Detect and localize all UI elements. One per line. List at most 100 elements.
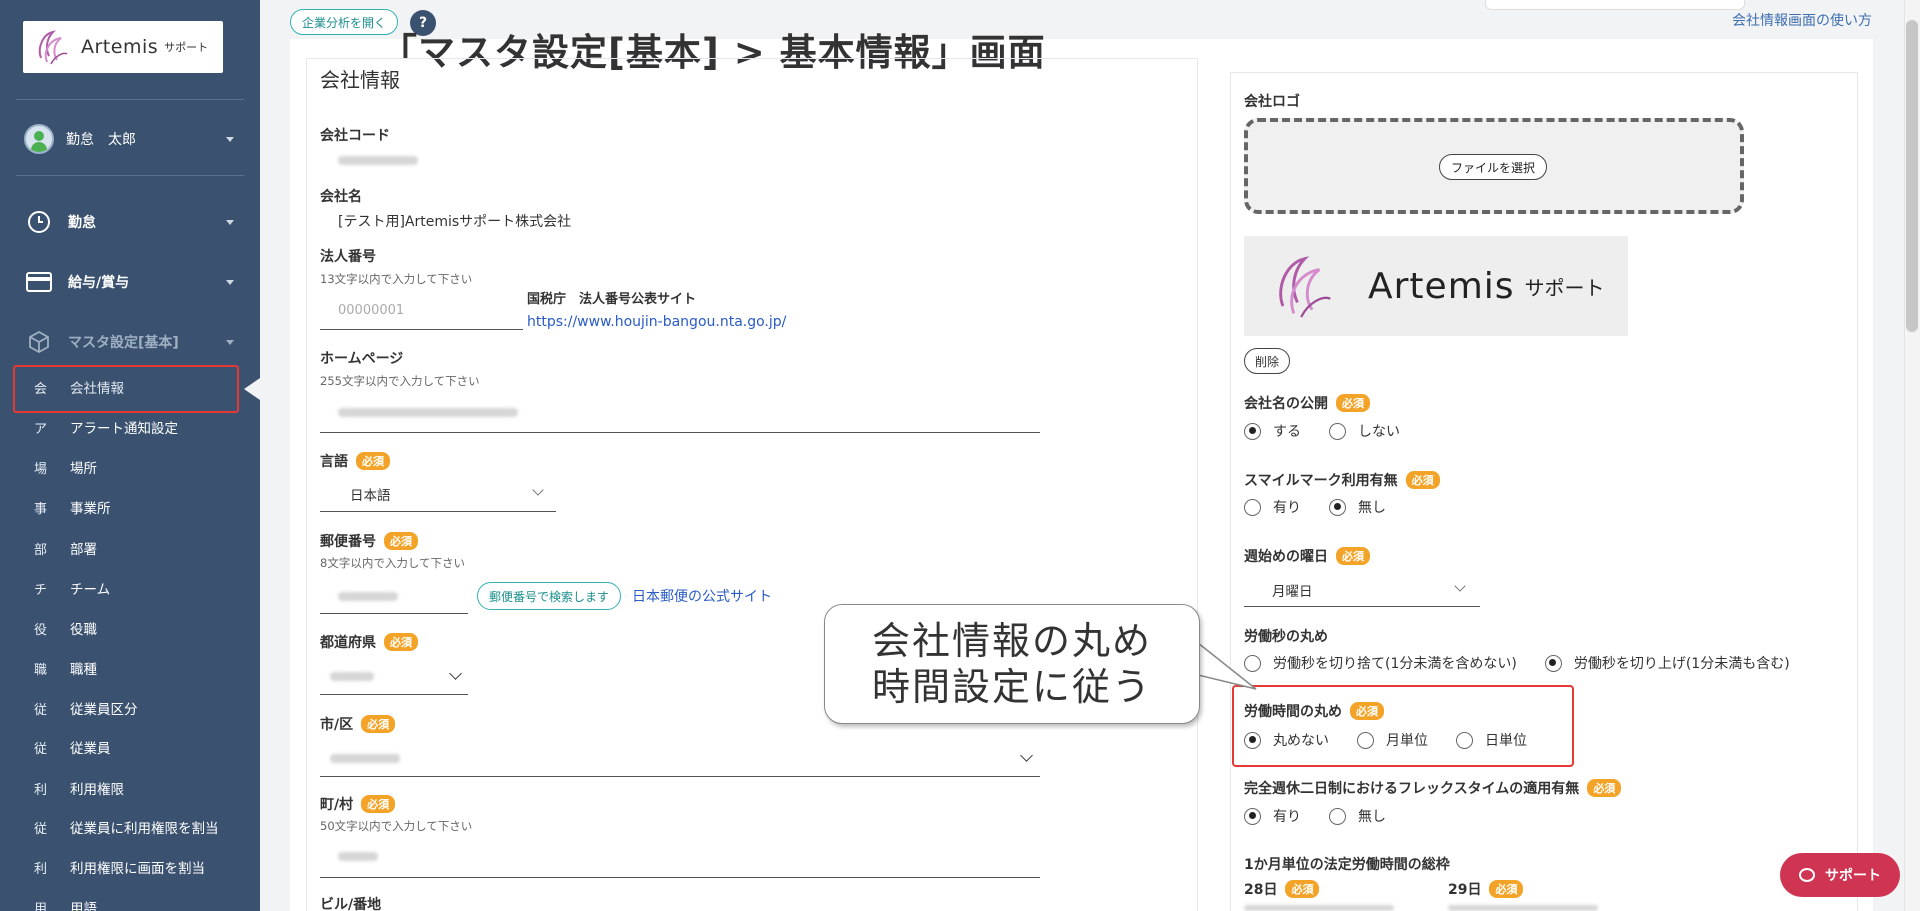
sidebar-item-terms[interactable]: 用 用語: [0, 887, 260, 911]
postal-hint: 8文字以内で入力して下さい: [320, 556, 465, 570]
prefecture-underline: [320, 694, 468, 695]
sidebar-divider: [16, 175, 244, 176]
item-initial: 用: [34, 901, 48, 911]
support-button[interactable]: サポート: [1780, 853, 1900, 897]
nav-attendance[interactable]: 勤怠: [0, 202, 260, 242]
sidebar-item-position[interactable]: 役 役職: [0, 608, 260, 648]
radio-label: 労働秒を切り上げ(1分未満も含む): [1573, 656, 1790, 672]
company-code-label: 会社コード: [320, 128, 390, 144]
sidebar-item-permission[interactable]: 利 利用権限: [0, 768, 260, 808]
choose-file-button[interactable]: ファイルを選択: [1439, 154, 1547, 180]
day-28-text: 28日: [1244, 882, 1278, 898]
legal-hours-28-hint: [1244, 905, 1394, 911]
item-label: 用語: [70, 901, 97, 911]
radio-label: しない: [1358, 424, 1400, 440]
cube-icon: [26, 329, 52, 355]
homepage-input[interactable]: [338, 408, 518, 417]
language-select[interactable]: 日本語: [350, 484, 391, 504]
legal-hours-label: 1か月単位の法定労働時間の総枠: [1244, 857, 1450, 873]
week-start-underline: [1244, 606, 1480, 607]
callout-line-1: 会社情報の丸め: [871, 619, 1152, 663]
item-label: 利用権限に画面を割当: [70, 861, 205, 877]
town-input[interactable]: [338, 852, 378, 861]
callout-tail: [1198, 642, 1257, 690]
sidebar-item-assign-permission[interactable]: 従 従業員に利用権限を割当: [0, 807, 260, 847]
item-initial: 従: [34, 741, 48, 757]
prefecture-label: 都道府県 必須: [320, 632, 418, 652]
town-hint: 50文字以内で入力して下さい: [320, 819, 473, 833]
sidebar-item-employee-class[interactable]: 従 従業員区分: [0, 688, 260, 728]
required-badge: 必須: [384, 532, 418, 550]
item-label: 場所: [70, 461, 97, 477]
company-info-panel: [306, 58, 1198, 911]
sidebar-item-place[interactable]: 場 場所: [0, 447, 260, 487]
japan-post-link[interactable]: 日本郵便の公式サイト: [632, 586, 772, 606]
required-badge: 必須: [1336, 547, 1370, 565]
radio-label: する: [1273, 424, 1301, 440]
postal-underline: [320, 613, 468, 614]
corp-site-link[interactable]: https://www.houjin-bangou.nta.go.jp/: [527, 314, 786, 330]
postal-label: 郵便番号 必須: [320, 531, 418, 551]
postal-input[interactable]: [338, 592, 398, 601]
logo-text: Artemis: [81, 36, 159, 58]
day-29-text: 29日: [1448, 882, 1482, 898]
company-code-value: [338, 156, 418, 165]
preview-logo-text: Artemis: [1368, 265, 1515, 307]
scrollbar-thumb[interactable]: [1906, 20, 1918, 332]
week-start-select[interactable]: 月曜日: [1272, 580, 1313, 600]
corp-site-label: 国税庁 法人番号公表サイト: [527, 292, 697, 307]
homepage-underline: [320, 432, 1040, 433]
language-label: 言語 必須: [320, 451, 390, 471]
prefecture-select[interactable]: [330, 672, 374, 681]
active-item-highlight: [13, 365, 239, 413]
nav-master-basic[interactable]: マスタ設定[基本]: [0, 322, 260, 362]
corp-number-input[interactable]: 00000001: [338, 303, 404, 318]
active-pointer-arrow: [244, 378, 260, 400]
item-initial: 利: [34, 782, 48, 798]
radio-publish-no[interactable]: [1329, 422, 1346, 440]
clock-icon: [26, 209, 52, 235]
radio-smile-yes[interactable]: [1244, 498, 1261, 516]
radio-smile-no[interactable]: [1329, 498, 1346, 516]
postal-search-button[interactable]: 郵便番号で検索します: [477, 582, 621, 610]
city-select[interactable]: [330, 754, 400, 763]
user-menu[interactable]: 勤怠 太郎: [0, 118, 260, 160]
radio-sec-ceil[interactable]: [1544, 654, 1562, 672]
item-label: 事業所: [70, 501, 111, 517]
delete-logo-button[interactable]: 削除: [1244, 348, 1290, 374]
sidebar-item-assign-screen[interactable]: 利 利用権限に画面を割当: [0, 847, 260, 887]
legal-hours-29-label: 29日 必須: [1448, 879, 1524, 899]
sidebar-item-employee[interactable]: 従 従業員: [0, 727, 260, 767]
required-badge: 必須: [1405, 471, 1440, 489]
radio-flex-yes[interactable]: [1244, 807, 1261, 825]
chevron-down-icon: [226, 137, 234, 142]
top-popup-edge: [1485, 0, 1745, 10]
credit-card-icon: [26, 269, 52, 295]
radio-flex-no[interactable]: [1329, 807, 1346, 825]
radio-label: 無し: [1358, 809, 1386, 825]
radio-publish-yes[interactable]: [1244, 422, 1261, 440]
callout-line-2: 時間設定に従う: [871, 665, 1152, 709]
corp-number-underline: [320, 329, 523, 330]
sidebar-item-team[interactable]: チ チーム: [0, 568, 260, 608]
sidebar-item-alert[interactable]: ア アラート通知設定: [0, 407, 260, 447]
sidebar-item-department[interactable]: 部 部署: [0, 528, 260, 568]
language-label-text: 言語: [320, 454, 348, 470]
sidebar-item-job-type[interactable]: 職 職種: [0, 648, 260, 688]
building-label: ビル/番地: [320, 897, 382, 911]
required-badge: 必須: [384, 633, 418, 651]
app-logo[interactable]: Artemis サポート: [23, 21, 223, 73]
town-label-text: 町/村: [320, 797, 354, 813]
town-label: 町/村 必須: [320, 794, 396, 814]
nav-label: マスタ設定[基本]: [68, 335, 179, 351]
legal-hours-28-label: 28日 必須: [1244, 879, 1320, 899]
required-badge: 必須: [1489, 880, 1524, 898]
nav-label: 給与/賞与: [68, 275, 130, 291]
artemis-logo-icon: [1279, 256, 1331, 318]
company-name-value: [テスト用]Artemisサポート株式会社: [338, 214, 572, 230]
required-badge: 必須: [356, 452, 390, 470]
sidebar: Artemis サポート 勤怠 太郎 勤怠 給与/賞与 マスタ設定[基本] 会会…: [0, 0, 260, 911]
sidebar-item-office[interactable]: 事 事業所: [0, 487, 260, 527]
nav-payroll[interactable]: 給与/賞与: [0, 262, 260, 302]
help-link[interactable]: 会社情報画面の使い方: [1732, 10, 1872, 30]
